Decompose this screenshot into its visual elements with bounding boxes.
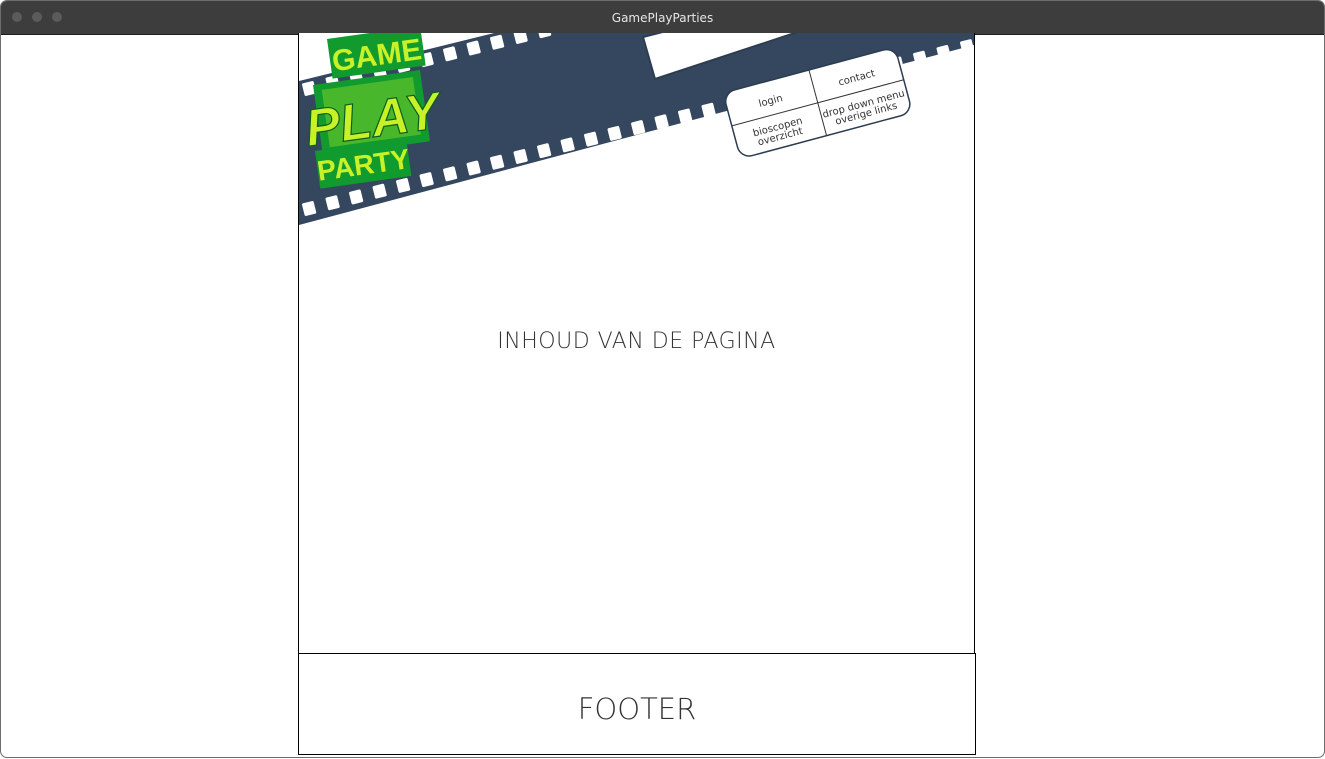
page-container: login contact bioscopen overzicht drop d… <box>298 33 975 654</box>
window-title: GamePlayParties <box>611 11 714 25</box>
header-banner: login contact bioscopen overzicht drop d… <box>299 33 974 225</box>
page-content-placeholder: INHOUD VAN DE PAGINA <box>497 329 776 354</box>
title-bar: GamePlayParties <box>1 1 1324 35</box>
footer-text: FOOTER <box>577 692 697 726</box>
footer: FOOTER <box>298 653 976 755</box>
